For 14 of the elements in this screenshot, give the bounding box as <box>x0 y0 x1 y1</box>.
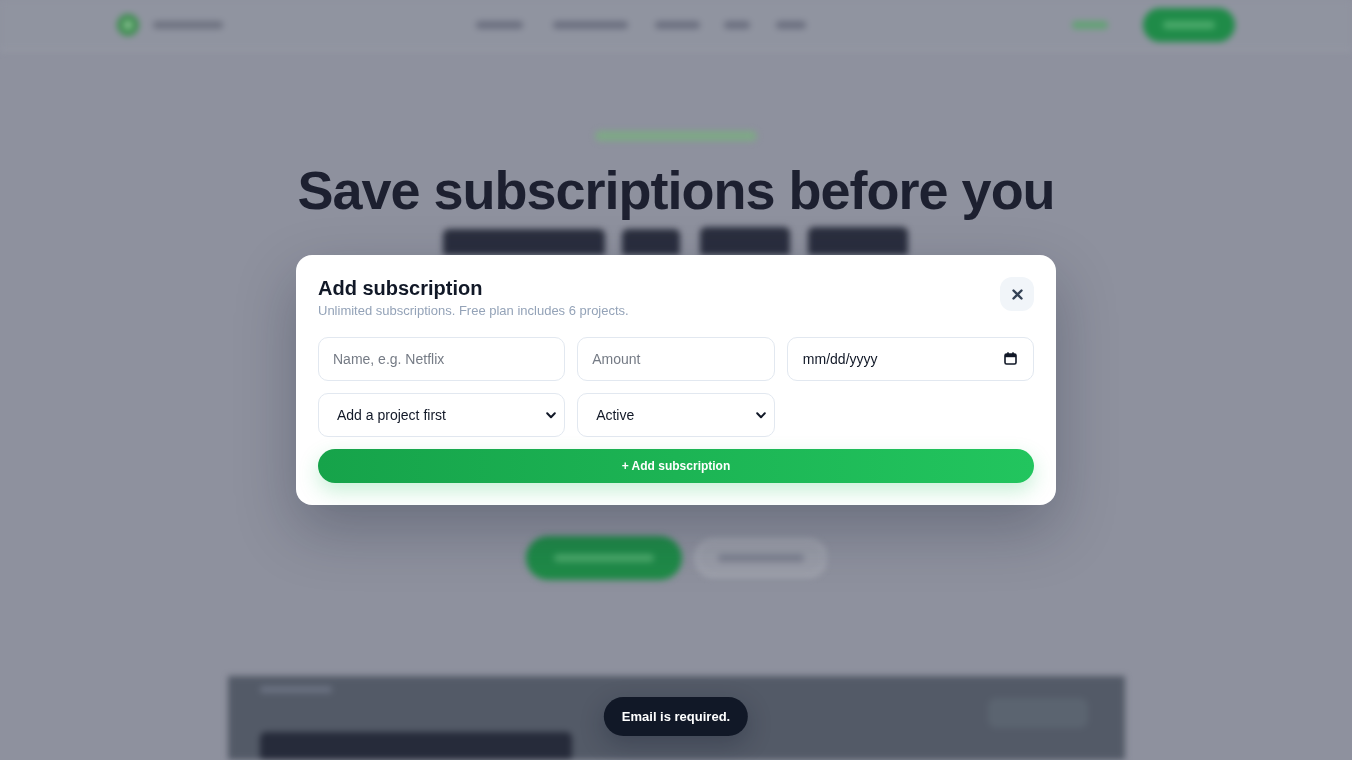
date-field[interactable]: mm/dd/yyyy <box>786 337 1034 381</box>
headline: Save subscriptions before you <box>297 161 1055 219</box>
calendar-icon[interactable] <box>1004 352 1017 365</box>
close-icon <box>1011 288 1023 300</box>
project-dropdown[interactable]: Add a project first <box>318 393 566 437</box>
dialog-title: Add subscription <box>318 277 484 299</box>
dialog-subtitle: Unlimited subscriptions. Free plan includes 6 projects. <box>318 303 629 319</box>
error-toast: Email is required. <box>603 697 749 736</box>
chevron-down-icon <box>546 411 557 419</box>
name-field[interactable]: Name, e.g. Netflix <box>318 337 566 381</box>
chevron-down-icon <box>755 411 766 419</box>
status-dropdown[interactable]: Active <box>577 393 775 437</box>
close-button[interactable] <box>1000 277 1034 311</box>
amount-field[interactable]: Amount <box>577 337 775 381</box>
